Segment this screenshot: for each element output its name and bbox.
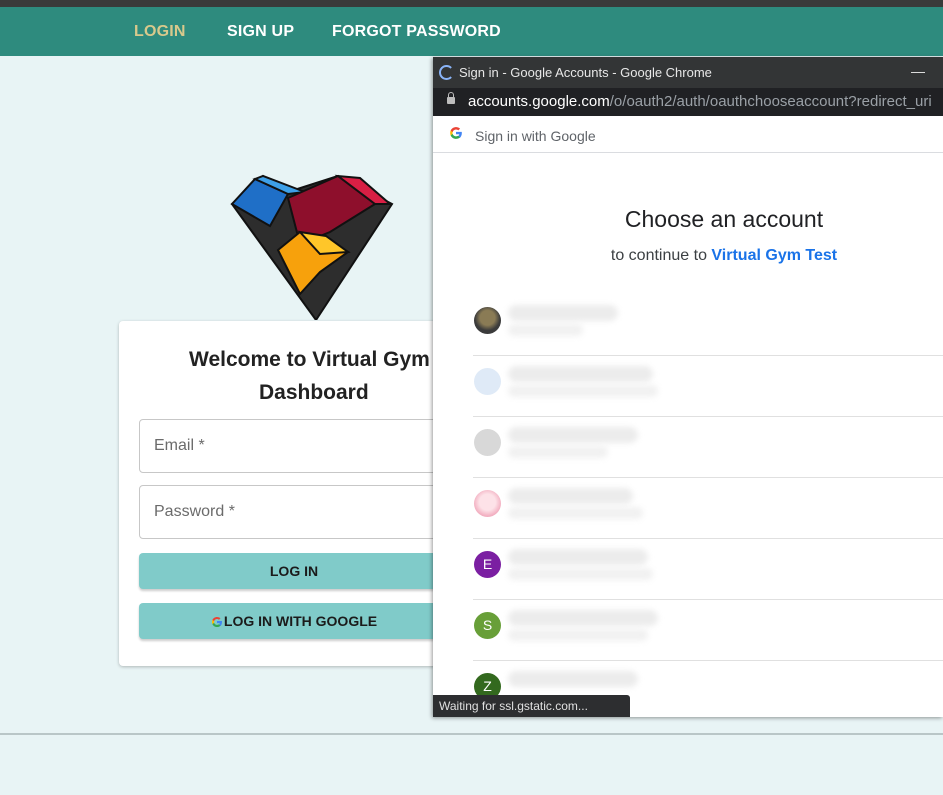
account-name-redacted	[508, 427, 638, 443]
nav-sign-up[interactable]: SIGN UP	[227, 23, 294, 41]
status-text: Waiting for ssl.gstatic.com...	[439, 699, 588, 713]
account-row[interactable]: S	[473, 599, 943, 661]
title-line-1: Welcome to Virtual Gym	[189, 348, 430, 371]
account-email-redacted	[508, 324, 583, 336]
choose-account-heading: Choose an account	[624, 206, 824, 232]
page-divider	[0, 733, 943, 735]
account-name-redacted	[508, 366, 653, 382]
google-login-label: LOG IN WITH GOOGLE	[223, 613, 378, 629]
account-email-redacted	[508, 629, 648, 641]
account-row[interactable]	[473, 416, 943, 478]
account-email-redacted	[508, 446, 608, 458]
avatar	[474, 307, 501, 334]
account-name-redacted	[508, 549, 648, 565]
status-bar: Waiting for ssl.gstatic.com...	[433, 695, 630, 717]
account-row[interactable]: E	[473, 538, 943, 600]
google-icon	[211, 617, 222, 628]
login-card: Welcome to Virtual Gym Dashboard Email *…	[119, 321, 449, 666]
account-name-redacted	[508, 305, 618, 321]
avatar	[474, 368, 501, 395]
nav-forgot-password[interactable]: FORGOT PASSWORD	[332, 23, 501, 41]
continue-prefix: to continue to	[610, 247, 707, 264]
account-email-redacted	[508, 507, 643, 519]
virtual-gym-logo	[230, 174, 394, 320]
top-navbar: LOGIN SIGN UP FORGOT PASSWORD	[0, 7, 943, 56]
window-top-strip	[0, 0, 943, 7]
google-header: Sign in with Google	[433, 116, 943, 153]
account-email-redacted	[508, 385, 658, 397]
google-signin-popup: Sign in - Google Accounts - Google Chrom…	[433, 57, 943, 717]
popup-window-title: Sign in - Google Accounts - Google Chrom…	[459, 65, 712, 80]
account-email-redacted	[508, 568, 653, 580]
loading-spinner-icon	[439, 65, 454, 80]
google-login-button[interactable]: LOG IN WITH GOOGLE	[139, 603, 449, 639]
app-name-link[interactable]: Virtual Gym Test	[711, 247, 837, 264]
account-name-redacted	[508, 488, 633, 504]
title-line-2: Dashboard	[259, 381, 369, 404]
login-button[interactable]: LOG IN	[139, 553, 449, 589]
avatar: E	[474, 551, 501, 578]
avatar	[474, 490, 501, 517]
password-label: Password *	[154, 503, 235, 520]
avatar	[474, 429, 501, 456]
account-row[interactable]	[473, 355, 943, 417]
popup-url-bar[interactable]: accounts.google.com/o/oauth2/auth/oauthc…	[433, 88, 943, 116]
account-row[interactable]	[473, 477, 943, 539]
url-host: accounts.google.com	[468, 93, 610, 110]
nav-login[interactable]: LOGIN	[134, 23, 186, 41]
lock-icon	[447, 92, 455, 104]
avatar: S	[474, 612, 501, 639]
password-field[interactable]: Password *	[139, 485, 449, 539]
google-icon	[450, 127, 462, 139]
account-name-redacted	[508, 610, 658, 626]
url-path: /o/oauth2/auth/oauthchooseaccount?redire…	[609, 93, 932, 110]
popup-titlebar[interactable]: Sign in - Google Accounts - Google Chrom…	[433, 57, 943, 88]
minimize-icon[interactable]: —	[911, 63, 925, 79]
continue-to-text: to continue to Virtual Gym Test	[433, 247, 943, 265]
google-header-label: Sign in with Google	[475, 128, 596, 144]
url-text: accounts.google.com/o/oauth2/auth/oauthc…	[468, 93, 932, 110]
account-row[interactable]	[473, 294, 943, 356]
account-name-redacted	[508, 671, 638, 687]
email-field[interactable]: Email *	[139, 419, 449, 473]
email-label: Email *	[154, 437, 205, 454]
login-card-title: Welcome to Virtual Gym Dashboard	[189, 343, 459, 409]
